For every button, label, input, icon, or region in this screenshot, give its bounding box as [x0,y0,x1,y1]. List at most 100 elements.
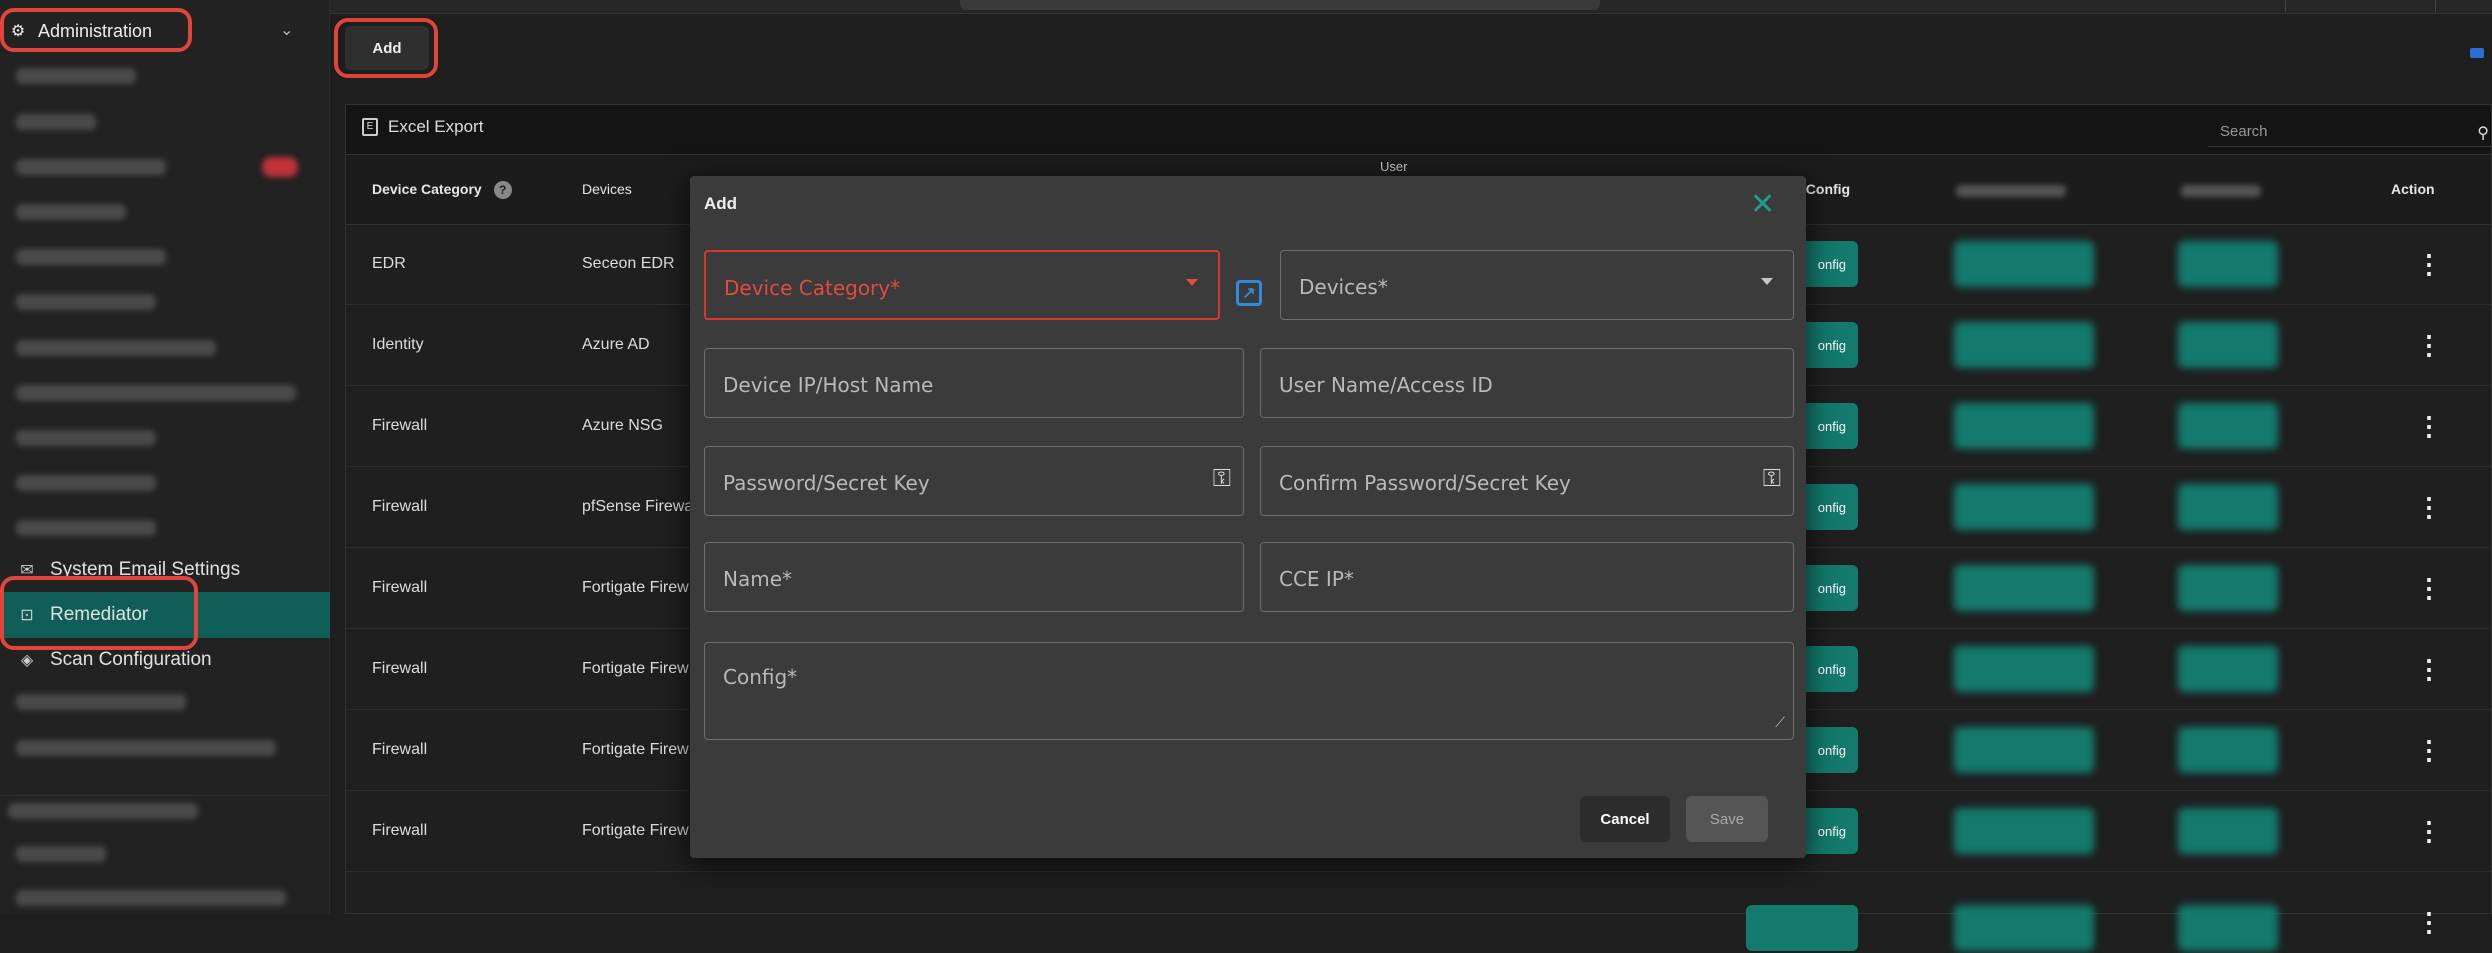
excel-export-label: Excel Export [388,117,484,136]
blurred-button[interactable] [1954,808,2094,854]
sidebar-item-blurred[interactable] [16,114,96,130]
cell-category: Firewall [372,417,428,434]
search-placeholder: Search [2220,123,2268,140]
blurred-button[interactable] [1954,565,2094,611]
more-icon[interactable]: ⋮ [2416,411,2442,442]
sidebar-item-blurred[interactable] [16,385,296,401]
device-ip-field[interactable]: Device IP/Host Name [704,348,1244,418]
blurred-button[interactable] [2178,727,2278,773]
sidebar-item-blurred[interactable] [16,294,156,310]
sidebar-section-blurred [8,803,198,819]
dialog-title: Add [704,194,738,213]
cell-category: Firewall [372,660,428,677]
top-search-pill[interactable] [960,0,1600,10]
confirm-password-field[interactable]: Confirm Password/Secret Key ⚿ [1260,446,1794,516]
blurred-button[interactable] [2178,808,2278,854]
blurred-button[interactable] [1954,403,2094,449]
save-button[interactable]: Save [1686,796,1768,842]
sidebar-item-blurred[interactable] [16,520,156,536]
chevron-down-icon [1761,278,1773,285]
add-remediator-dialog: Add ✕ Device Category* ↗ Devices* Device… [690,176,1806,858]
cell-device: Fortigate Firew [582,741,689,758]
devices-select[interactable]: Devices* [1280,250,1794,320]
sidebar-item-blurred[interactable] [16,740,276,756]
header-blurred [1956,185,2066,197]
add-button[interactable]: Add [345,26,429,70]
resize-handle-icon[interactable]: ⟋ [1775,714,1785,731]
cce-ip-field[interactable]: CCE IP* [1260,542,1794,612]
sidebar-item-blurred[interactable] [16,68,136,84]
blurred-button[interactable] [2178,905,2278,951]
header-device-category[interactable]: Device Category ? [372,181,512,200]
top-bar [0,0,2492,14]
more-icon[interactable]: ⋮ [2416,249,2442,280]
name-field[interactable]: Name* [704,542,1244,612]
chevron-down-icon[interactable]: ⌄ [280,20,293,40]
config-textarea[interactable]: Config* ⟋ [704,642,1794,740]
search-input[interactable]: Search ⚲ [2208,115,2492,147]
top-divider [2435,0,2436,12]
sidebar: ⚙ Administration ⌄ ✉ System Email Settin… [0,0,330,914]
blurred-button[interactable] [2178,484,2278,530]
table-row[interactable]: ⋮ [346,873,2491,953]
grid-toolbar: E Excel Export Search ⚲ [346,105,2492,155]
name-label: Name* [723,567,793,591]
header-devices[interactable]: Devices [582,181,632,197]
blurred-button[interactable] [2178,322,2278,368]
excel-icon: E [362,118,378,136]
sidebar-item-blurred[interactable] [16,204,126,220]
sidebar-item-blurred[interactable] [16,430,156,446]
header-action: Action [2391,181,2435,197]
sidebar-item-blurred[interactable] [16,890,286,906]
more-icon[interactable]: ⋮ [2416,735,2442,766]
blurred-button[interactable] [1954,727,2094,773]
sidebar-item-blurred[interactable] [16,340,216,356]
help-icon[interactable]: ? [493,181,512,200]
blurred-button[interactable] [2178,646,2278,692]
cell-device: Azure AD [582,336,650,353]
blurred-button[interactable] [1954,484,2094,530]
key-icon[interactable]: ⚿ [1763,465,1781,493]
divider [0,795,330,796]
sidebar-item-blurred[interactable] [16,846,106,862]
more-icon[interactable]: ⋮ [2416,573,2442,604]
blurred-button[interactable] [1954,646,2094,692]
count-badge [262,157,298,177]
more-icon[interactable]: ⋮ [2416,654,2442,685]
sidebar-item-blurred[interactable] [16,249,166,265]
key-icon[interactable]: ⚿ [1213,465,1231,493]
blurred-button[interactable] [1954,241,2094,287]
search-icon[interactable]: ⚲ [2477,123,2489,143]
device-ip-label: Device IP/Host Name [723,373,934,397]
annotation-remediator [0,576,198,650]
sidebar-item-blurred[interactable] [16,475,156,491]
more-icon[interactable]: ⋮ [2416,330,2442,361]
header-user[interactable]: User [1380,159,1407,174]
blurred-button[interactable] [2178,565,2278,611]
blurred-button[interactable] [2178,241,2278,287]
more-icon[interactable]: ⋮ [2416,907,2442,938]
external-link-icon[interactable]: ↗ [1236,280,1262,306]
close-icon[interactable]: ✕ [1750,190,1775,220]
blurred-button[interactable] [2178,403,2278,449]
cell-category: Firewall [372,498,428,515]
cell-device: Fortigate Firew [582,579,689,596]
blurred-button[interactable] [1954,905,2094,951]
cancel-button[interactable]: Cancel [1580,796,1670,842]
config-button[interactable] [1746,905,1858,951]
cell-category: Firewall [372,741,428,758]
blurred-button[interactable] [1954,322,2094,368]
more-icon[interactable]: ⋮ [2416,492,2442,523]
user-name-field[interactable]: User Name/Access ID [1260,348,1794,418]
cell-device: Fortigate Firew [582,822,689,839]
more-icon[interactable]: ⋮ [2416,816,2442,847]
chevron-down-icon [1186,279,1198,286]
password-field[interactable]: Password/Secret Key ⚿ [704,446,1244,516]
device-category-select[interactable]: Device Category* [704,250,1220,320]
excel-export-button[interactable]: E Excel Export [362,117,483,137]
sidebar-item-label: Scan Configuration [50,649,212,670]
devices-label: Devices* [1299,275,1388,299]
sidebar-item-blurred[interactable] [16,694,186,710]
cell-device: Seceon EDR [582,255,675,272]
sidebar-item-blurred[interactable] [16,159,166,175]
